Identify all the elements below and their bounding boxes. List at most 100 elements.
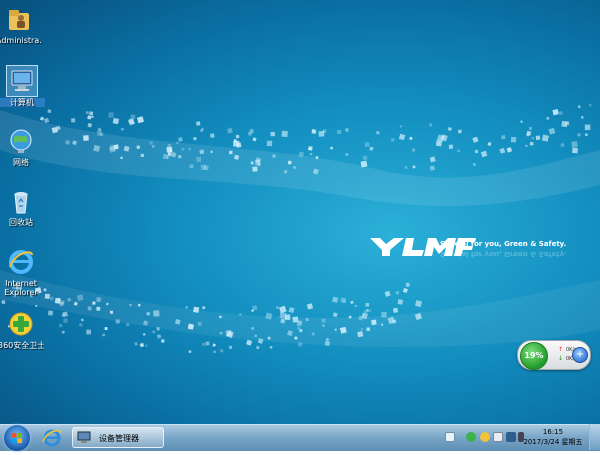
wallpaper-square	[584, 124, 591, 131]
wallpaper-square	[188, 350, 192, 354]
wallpaper-square	[501, 134, 506, 140]
wallpaper-square	[298, 342, 303, 347]
wallpaper-square	[104, 327, 108, 330]
wallpaper-square	[251, 327, 254, 330]
wallpaper-square	[193, 137, 197, 141]
wallpaper-square	[1, 300, 6, 305]
wallpaper-square	[193, 306, 200, 313]
start-button[interactable]	[4, 425, 30, 451]
360-tray-icon[interactable]	[466, 432, 476, 442]
desktop-icon-computer[interactable]: 计算机	[0, 65, 45, 107]
wallpaper-square	[384, 290, 391, 297]
wallpaper-square	[200, 129, 204, 133]
desktop-icon-administrator[interactable]: Administra...	[0, 4, 42, 45]
taskbar-device-manager-button[interactable]: 设备管理器	[72, 427, 164, 448]
clock-time: 16:15	[542, 428, 564, 436]
wallpaper-square	[227, 127, 233, 134]
wallpaper-square	[535, 135, 541, 140]
internet-explorer-icon	[6, 247, 36, 277]
wallpaper-square	[363, 309, 368, 314]
wallpaper-square	[546, 116, 550, 120]
wallpaper-square	[205, 341, 210, 346]
wallpaper-square	[571, 141, 578, 148]
tray-expand-icon[interactable]	[445, 432, 455, 442]
wallpaper-square	[284, 170, 288, 174]
desktop-icon-internet-explorer[interactable]: Internet Explorer	[0, 247, 44, 297]
wallpaper-square	[581, 116, 584, 119]
wallpaper-square	[548, 127, 556, 135]
wallpaper-square	[354, 304, 358, 308]
wallpaper-square	[235, 134, 240, 139]
wallpaper-square	[506, 147, 513, 153]
wallpaper-square	[402, 288, 408, 293]
wallpaper-square	[306, 303, 314, 310]
wallpaper-square	[60, 300, 65, 305]
wallpaper-square	[561, 120, 568, 128]
clock[interactable]: 16:15 2017/3/24 星期五	[522, 427, 584, 447]
wallpaper-square	[499, 147, 506, 154]
security-tray-icon[interactable]	[480, 432, 490, 442]
wallpaper-square	[577, 133, 581, 137]
action-center-flag-icon[interactable]	[493, 432, 503, 442]
wallpaper-square	[429, 165, 435, 171]
wallpaper-square	[87, 306, 92, 311]
wallpaper-square	[405, 282, 410, 287]
wallpaper-square	[197, 321, 202, 326]
wallpaper-square	[44, 293, 50, 299]
net-speed-widget[interactable]: 19% ↑ 0K/s ↓ 0K/s +	[517, 340, 591, 370]
internet-explorer-taskbar-icon[interactable]	[40, 427, 64, 449]
wallpaper-square	[102, 333, 105, 337]
wallpaper-square	[140, 153, 144, 158]
desktop-icon-recycle-bin[interactable]: 回收站	[0, 186, 44, 227]
wallpaper-square	[71, 118, 76, 123]
wallpaper-square	[185, 306, 188, 309]
wallpaper-square	[332, 296, 339, 303]
wallpaper-square	[219, 315, 222, 319]
wallpaper-square	[589, 104, 592, 107]
wallpaper-square	[256, 346, 260, 350]
desktop-icon-network[interactable]: 网络	[0, 126, 44, 167]
desktop-icon-360-security[interactable]: 360安全卫士	[0, 309, 44, 350]
wallpaper-square	[63, 318, 68, 323]
wallpaper-square	[161, 339, 165, 343]
network-globe-icon	[6, 126, 36, 156]
wallpaper-square	[166, 146, 173, 153]
wallpaper-square	[371, 319, 377, 325]
wallpaper-square	[529, 141, 534, 146]
windows-logo-icon	[12, 433, 22, 443]
wallpaper-tagline: Special for you, Green & Safety.	[440, 240, 567, 248]
network-tray-icon[interactable]	[506, 432, 516, 442]
wallpaper-square	[91, 115, 94, 119]
wallpaper-square	[311, 129, 317, 134]
wallpaper-square	[337, 129, 342, 134]
wallpaper-square	[525, 144, 528, 147]
wallpaper-square	[365, 302, 370, 307]
speedup-plus-icon[interactable]: +	[572, 347, 588, 363]
wallpaper-square	[176, 141, 179, 145]
wallpaper-square	[136, 116, 145, 124]
wallpaper-square	[404, 166, 408, 169]
wallpaper-square	[510, 136, 517, 143]
wallpaper-square	[85, 110, 90, 115]
wallpaper-square	[252, 137, 257, 142]
memory-percent-badge[interactable]: 19%	[520, 342, 548, 370]
wallpaper-square	[288, 306, 295, 314]
wallpaper-square	[284, 314, 291, 320]
wallpaper-square	[87, 115, 92, 120]
wallpaper-square	[229, 150, 233, 155]
wallpaper-square	[162, 153, 169, 160]
wallpaper-square	[152, 330, 156, 334]
wallpaper-square	[584, 133, 588, 137]
show-desktop-button[interactable]	[589, 424, 600, 450]
wallpaper-square	[392, 307, 398, 313]
wallpaper-square	[120, 127, 124, 131]
wallpaper-square	[210, 150, 213, 154]
wallpaper-square	[115, 319, 120, 324]
wallpaper-square	[43, 117, 50, 124]
wallpaper-square	[250, 161, 254, 165]
wallpaper-square	[281, 130, 288, 138]
wallpaper-square	[572, 147, 578, 154]
wallpaper-square	[398, 133, 406, 141]
wallpaper-square	[390, 137, 395, 142]
wallpaper-square	[487, 142, 492, 146]
